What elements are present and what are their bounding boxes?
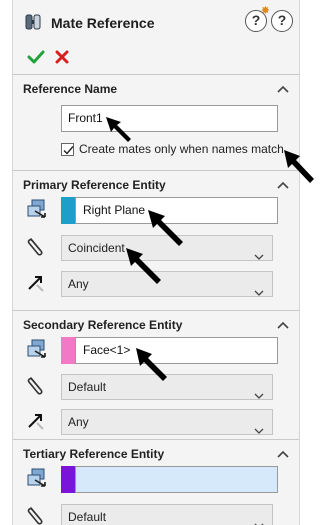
dropdown-value: Any <box>68 415 89 429</box>
ok-checkmark-icon[interactable] <box>27 49 45 68</box>
primary-alignment-dropdown[interactable]: Any <box>61 271 273 297</box>
collapse-chevron-icon[interactable] <box>277 82 289 96</box>
panel-header: Mate Reference ? ✸ ? <box>13 0 299 44</box>
help-icon[interactable]: ? <box>271 10 293 32</box>
cancel-x-icon[interactable] <box>55 50 69 67</box>
mate-paperclip-icon <box>25 235 47 260</box>
chevron-down-icon <box>254 383 264 407</box>
chevron-down-icon <box>254 280 264 304</box>
primary-color-swatch <box>61 197 75 224</box>
names-match-checkbox[interactable] <box>61 142 74 156</box>
dropdown-value: Coincident <box>68 241 125 255</box>
secondary-entity-field[interactable]: Face<1> <box>75 337 278 364</box>
dropdown-value: Any <box>68 277 89 291</box>
reference-name-section: Reference Name Front1 Create mates only … <box>13 75 299 170</box>
entity-selection-icon <box>25 466 49 493</box>
tertiary-entity-field[interactable] <box>75 466 278 493</box>
secondary-color-swatch <box>61 337 75 364</box>
callout-arrow-mate-type <box>126 248 161 284</box>
callout-arrow-reference-name <box>106 117 131 142</box>
alignment-arrow-icon <box>25 409 47 434</box>
dropdown-value: Default <box>68 510 107 524</box>
section-title: Reference Name <box>23 82 118 96</box>
chevron-down-icon <box>254 418 264 442</box>
mate-paperclip-icon <box>25 504 47 525</box>
chevron-down-icon <box>254 244 264 268</box>
callout-arrow-names-match <box>284 150 314 183</box>
secondary-alignment-dropdown[interactable]: Any <box>61 409 273 435</box>
callout-arrow-primary-entity <box>148 210 183 246</box>
action-bar <box>13 44 299 74</box>
secondary-reference-header[interactable]: Secondary Reference Entity <box>13 311 299 335</box>
dropdown-value: Default <box>68 380 107 394</box>
chevron-down-icon <box>254 513 264 525</box>
mate-reference-icon <box>24 12 44 35</box>
tertiary-reference-section: Tertiary Reference Entity Default <box>13 440 299 525</box>
section-title: Primary Reference Entity <box>23 178 166 192</box>
tertiary-mate-type-dropdown[interactable]: Default <box>61 504 273 525</box>
mate-paperclip-icon <box>25 374 47 399</box>
collapse-chevron-icon[interactable] <box>277 447 289 461</box>
panel-title: Mate Reference <box>51 15 155 31</box>
tertiary-reference-header[interactable]: Tertiary Reference Entity <box>13 440 299 464</box>
section-title: Secondary Reference Entity <box>23 318 183 332</box>
reference-name-input[interactable]: Front1 <box>61 105 278 132</box>
callout-arrow-secondary-entity <box>136 348 167 381</box>
reference-name-header[interactable]: Reference Name <box>13 75 299 99</box>
names-match-checkbox-row[interactable]: Create mates only when names match <box>61 142 284 156</box>
entity-selection-icon <box>25 197 49 224</box>
whats-new-help-icon[interactable]: ? ✸ <box>245 6 270 32</box>
section-title: Tertiary Reference Entity <box>23 447 165 461</box>
collapse-chevron-icon[interactable] <box>277 318 289 332</box>
tertiary-color-swatch <box>61 466 75 493</box>
primary-reference-header[interactable]: Primary Reference Entity <box>13 171 299 195</box>
entity-selection-icon <box>25 337 49 364</box>
alignment-arrow-icon <box>25 271 47 296</box>
